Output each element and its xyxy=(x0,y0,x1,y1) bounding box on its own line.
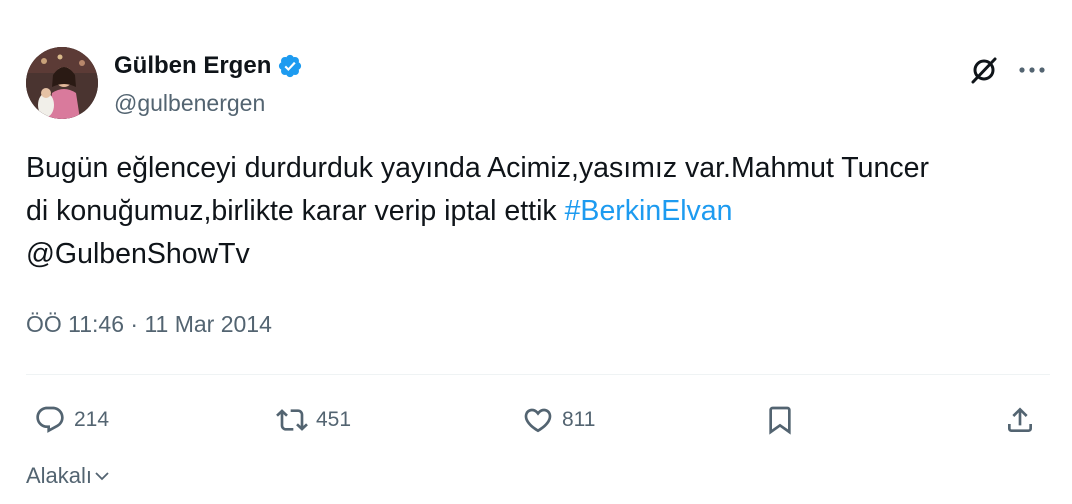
author-handle[interactable]: @gulbenergen xyxy=(114,89,265,117)
chevron-down-icon xyxy=(95,472,109,481)
like-button[interactable]: 811 xyxy=(522,398,595,442)
tweet-text-segment: di konuğumuz,birlikte karar verip iptal … xyxy=(26,195,565,227)
sort-dropdown[interactable]: Alakalı xyxy=(26,462,110,490)
sort-label: Alakalı xyxy=(26,463,93,488)
reply-icon xyxy=(36,406,64,433)
mention-text: @GulbenShowTv xyxy=(26,238,250,270)
bookmark-icon xyxy=(769,406,791,435)
tweet-text-line: di konuğumuz,birlikte karar verip iptal … xyxy=(26,190,1046,233)
like-count: 811 xyxy=(562,408,596,431)
author-name[interactable]: Gülben Ergen xyxy=(114,51,303,81)
retweet-count: 451 xyxy=(316,408,352,431)
tweet-text: Bugün eğlenceyi durdurduk yayında Acimiz… xyxy=(26,147,1046,276)
tweet-text-line: Bugün eğlenceyi durdurduk yayında Acimiz… xyxy=(26,147,1046,190)
like-icon xyxy=(524,408,552,433)
tweet-text-segment: Bugün eğlenceyi durdurduk yayında Acimiz… xyxy=(26,152,929,184)
retweet-icon xyxy=(276,409,308,431)
grok-icon xyxy=(971,57,997,84)
retweet-button[interactable]: 451 xyxy=(276,398,351,442)
reply-button[interactable]: 214 xyxy=(34,398,109,442)
share-icon xyxy=(1008,407,1032,432)
divider xyxy=(26,374,1050,375)
bookmark-button[interactable] xyxy=(764,398,796,442)
tweet-timestamp[interactable]: ÖÖ 11:46 · 11 Mar 2014 xyxy=(26,309,272,339)
avatar[interactable] xyxy=(26,47,98,119)
more-icon xyxy=(1019,67,1045,73)
grok-button[interactable] xyxy=(966,52,1002,88)
more-options-button[interactable] xyxy=(1014,52,1050,88)
tweet-text-line: @GulbenShowTv xyxy=(26,233,1046,276)
hashtag-link[interactable]: #BerkinElvan xyxy=(565,195,733,227)
share-button[interactable] xyxy=(1004,398,1036,442)
verified-icon[interactable] xyxy=(277,53,303,79)
reply-count: 214 xyxy=(74,408,110,431)
author-display-name[interactable]: Gülben Ergen xyxy=(114,51,271,81)
